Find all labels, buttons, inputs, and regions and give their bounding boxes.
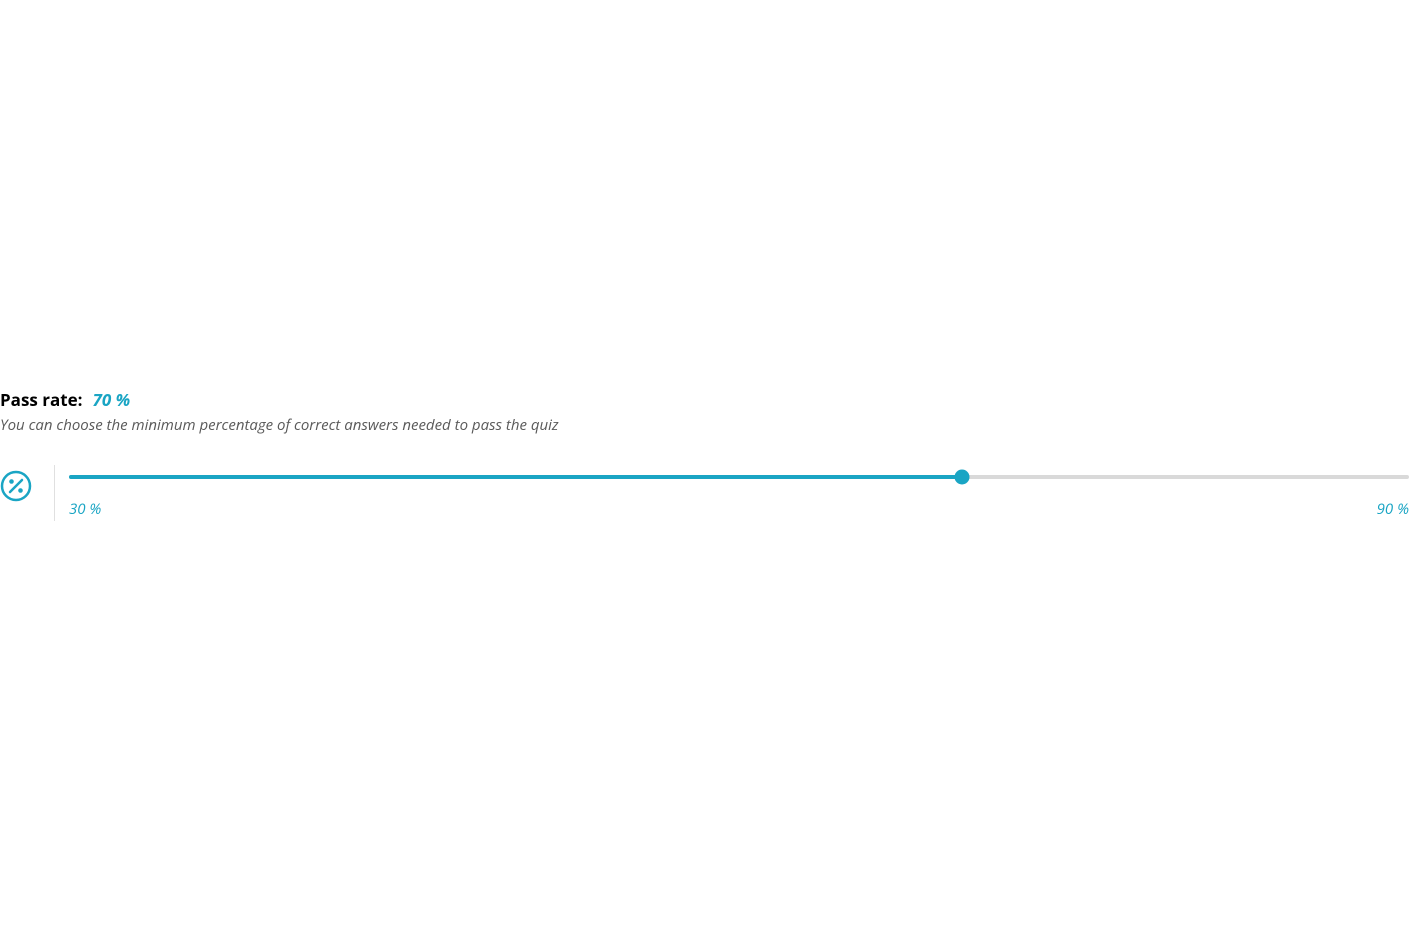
slider-fill — [69, 475, 962, 479]
pass-rate-slider[interactable] — [69, 475, 1409, 479]
pass-rate-section: Pass rate: 70 % You can choose the minim… — [0, 388, 1409, 521]
pass-rate-description: You can choose the minimum percentage of… — [0, 415, 1409, 435]
pass-rate-value: 70 % — [93, 388, 131, 411]
slider-area: 30 % 90 % — [69, 465, 1409, 519]
vertical-divider — [54, 465, 55, 521]
slider-thumb[interactable] — [955, 470, 970, 485]
slider-min-label: 30 % — [69, 499, 101, 519]
slider-labels: 30 % 90 % — [69, 499, 1409, 519]
pass-rate-label: Pass rate: — [0, 388, 83, 411]
pass-rate-header: Pass rate: 70 % — [0, 388, 1409, 411]
slider-max-label: 90 % — [1377, 499, 1409, 519]
slider-row: 30 % 90 % — [0, 465, 1409, 521]
percent-icon — [0, 470, 32, 502]
